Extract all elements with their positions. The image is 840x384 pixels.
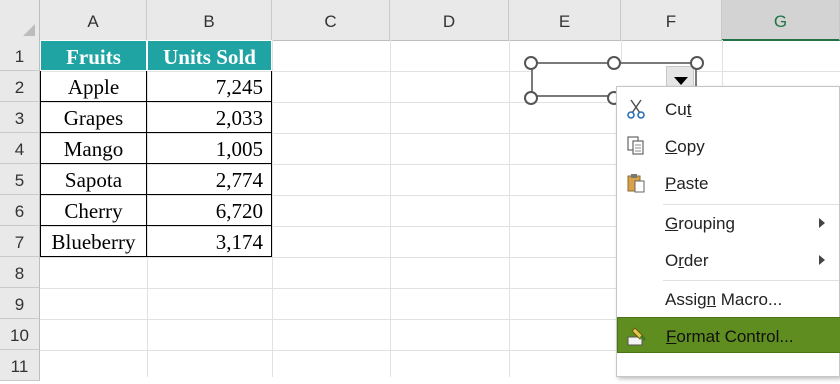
gridline (390, 40, 391, 377)
row-header-7[interactable]: 7 (0, 226, 40, 257)
table-header-units-sold[interactable]: Units Sold (147, 40, 272, 71)
column-header-b[interactable]: B (147, 0, 272, 40)
column-header-g[interactable]: G (722, 0, 840, 41)
menu-item-assign-macro-label: Assig (665, 290, 707, 309)
row-header-2[interactable]: 2 (0, 71, 40, 102)
column-header-c[interactable]: C (272, 0, 390, 40)
menu-item-assign-macro-accesskey: n (706, 290, 717, 309)
row-header-10[interactable]: 10 (0, 319, 40, 350)
resize-handle[interactable] (607, 56, 621, 70)
units-cell[interactable]: 6,720 (147, 195, 272, 226)
menu-item-assign-macro-label-rest: Macro... (716, 290, 783, 309)
row-header-4[interactable]: 4 (0, 133, 40, 164)
menu-item-order-label-rest: der (683, 251, 709, 270)
menu-item-paste[interactable]: Paste (617, 165, 840, 201)
submenu-arrow-icon (819, 218, 825, 228)
column-header-d[interactable]: D (390, 0, 509, 40)
menu-item-cut[interactable]: Cut (617, 91, 840, 127)
menu-item-copy[interactable]: Copy (617, 128, 840, 164)
row-header-11[interactable]: 11 (0, 350, 40, 381)
column-header-e[interactable]: E (509, 0, 621, 40)
menu-item-format-control-accesskey: F (666, 327, 677, 346)
menu-item-copy-label-rest: opy (677, 137, 705, 156)
units-cell[interactable]: 1,005 (147, 133, 272, 164)
fruit-cell[interactable]: Cherry (40, 195, 147, 226)
units-cell[interactable]: 3,174 (147, 226, 272, 257)
row-header-9[interactable]: 9 (0, 288, 40, 319)
fruit-cell[interactable]: Sapota (40, 164, 147, 195)
menu-item-format-control[interactable]: Format Control... (617, 317, 840, 353)
scissors-icon (627, 99, 645, 119)
gridline (509, 40, 510, 377)
dropdown-arrow-icon (674, 77, 688, 85)
table-header-fruits[interactable]: Fruits (40, 40, 147, 71)
fruit-cell[interactable]: Blueberry (40, 226, 147, 257)
submenu-arrow-icon (819, 255, 825, 265)
menu-item-order[interactable]: Order (617, 242, 840, 278)
column-header-a[interactable]: A (40, 0, 147, 40)
menu-item-grouping[interactable]: Grouping (617, 205, 840, 241)
row-header-3[interactable]: 3 (0, 102, 40, 133)
context-menu: Cut Copy Paste Grouping Order Assign Mac… (616, 86, 840, 377)
fruit-cell[interactable]: Grapes (40, 102, 147, 133)
units-cell[interactable]: 7,245 (147, 71, 272, 102)
menu-item-format-control-label-rest: ormat Control... (676, 327, 794, 346)
paste-icon (627, 174, 645, 193)
row-header-8[interactable]: 8 (0, 257, 40, 288)
menu-item-paste-label-rest: aste (676, 174, 709, 193)
select-all-icon (23, 24, 35, 36)
units-cell[interactable]: 2,033 (147, 102, 272, 133)
resize-handle[interactable] (690, 56, 704, 70)
select-all-button[interactable] (0, 0, 40, 40)
fruit-cell[interactable]: Mango (40, 133, 147, 164)
gridline (272, 40, 273, 377)
spreadsheet: A B C D E F G 1 2 3 4 5 6 7 8 9 10 11 Fr… (0, 0, 840, 381)
menu-item-grouping-accesskey: G (665, 214, 679, 233)
menu-item-paste-accesskey: P (665, 174, 677, 193)
menu-item-grouping-label-rest: rouping (678, 214, 735, 233)
menu-item-cut-accesskey: t (686, 100, 692, 119)
menu-item-assign-macro[interactable]: Assign Macro... (617, 281, 840, 317)
copy-icon (627, 136, 644, 155)
menu-item-copy-accesskey: C (665, 137, 678, 156)
menu-item-cut-label: Cu (665, 100, 687, 119)
units-cell[interactable]: 2,774 (147, 164, 272, 195)
format-control-icon (627, 327, 646, 346)
fruit-cell[interactable]: Apple (40, 71, 147, 102)
row-header-6[interactable]: 6 (0, 195, 40, 226)
row-header-1[interactable]: 1 (0, 40, 40, 71)
menu-item-order-label: O (665, 251, 679, 270)
column-header-f[interactable]: F (621, 0, 722, 40)
row-header-5[interactable]: 5 (0, 164, 40, 195)
resize-handle[interactable] (524, 56, 538, 70)
resize-handle[interactable] (524, 91, 538, 105)
